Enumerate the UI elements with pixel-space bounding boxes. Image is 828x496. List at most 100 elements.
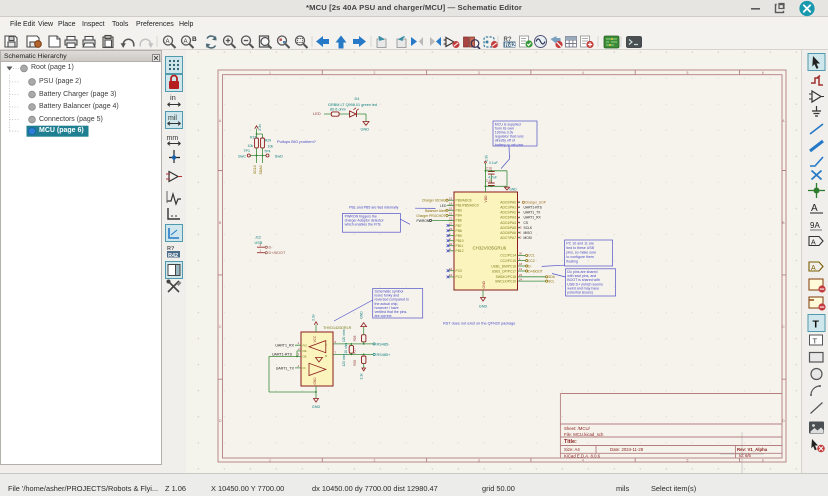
svg-text:11: 11 — [518, 230, 521, 234]
svg-text:B: B — [192, 36, 197, 43]
svg-text:Charger_UOP: Charger_UOP — [525, 201, 547, 205]
svg-text:VDD: VDD — [484, 195, 488, 203]
svg-text:CC1/PC14: CC1/PC14 — [500, 254, 516, 258]
svg-text:USB1_DP/PC17: USB1_DP/PC17 — [492, 269, 516, 273]
svg-text:4: 4 — [582, 459, 584, 463]
svg-text:GND: GND — [361, 128, 370, 132]
svg-text:120 ohm: 120 ohm — [342, 329, 346, 342]
svg-text:R28: R28 — [353, 360, 357, 366]
svg-text:Charger IOCHG: Charger IOCHG — [422, 199, 446, 203]
svg-text:23: 23 — [449, 227, 453, 231]
svg-text:10k: 10k — [268, 145, 274, 149]
svg-text:D+/BOOT: D+/BOOT — [528, 269, 543, 273]
svg-text:CC2/PC15: CC2/PC15 — [500, 259, 516, 263]
svg-text:D4: D4 — [355, 97, 360, 101]
svg-text:19: 19 — [519, 267, 523, 271]
svg-text:LED: LED — [313, 111, 321, 116]
svg-text:PB1/PB5/ADC9: PB1/PB5/ADC9 — [456, 204, 479, 208]
svg-text:PC3: PC3 — [456, 275, 463, 279]
svg-text:PB4: PB4 — [456, 214, 462, 218]
svg-text:to configure them: to configure them — [566, 255, 593, 259]
svg-text:3.3v: 3.3v — [485, 155, 489, 162]
svg-text:SwD: SwD — [275, 155, 283, 159]
svg-text:5: 5 — [686, 459, 688, 463]
svg-text:CS: CS — [524, 221, 529, 225]
svg-text:R42: R42 — [505, 43, 517, 49]
svg-text:PB3: PB3 — [456, 209, 462, 213]
svg-text:ADC0/PA0: ADC0/PA0 — [500, 201, 516, 205]
svg-text:R27: R27 — [353, 348, 357, 354]
svg-text:R42: R42 — [168, 253, 178, 259]
svg-text:PB7: PB7 — [456, 224, 462, 228]
svg-text:T: T — [813, 337, 818, 346]
svg-text:floating: floating — [566, 259, 577, 263]
svg-text:T: T — [813, 319, 820, 331]
svg-text:PB1 and PB5 are tied internall: PB1 and PB5 are tied internally — [349, 205, 399, 209]
svg-text:D+/BOOT: D+/BOOT — [269, 251, 286, 255]
svg-text:Date: 2024-11-28: Date: 2024-11-28 — [610, 447, 644, 452]
svg-text:10k: 10k — [248, 144, 254, 148]
svg-text:Rev: V1_Alpha: Rev: V1_Alpha — [737, 447, 768, 452]
svg-text:20: 20 — [519, 252, 523, 256]
svg-text:UART1-RTS: UART1-RTS — [524, 206, 543, 210]
svg-text:GND: GND — [313, 377, 317, 385]
svg-text:C16: C16 — [486, 166, 492, 170]
svg-text:3.3v: 3.3v — [258, 124, 262, 131]
svg-text:80.6 ohm: 80.6 ohm — [330, 107, 346, 111]
svg-text:A: A — [811, 203, 818, 214]
svg-text:13: 13 — [449, 196, 453, 200]
svg-text:LED: LED — [440, 204, 447, 208]
svg-text:2: 2 — [374, 459, 376, 463]
svg-text:UART1_TX: UART1_TX — [276, 367, 295, 371]
svg-text:Sheet: /MCU/: Sheet: /MCU/ — [564, 426, 591, 431]
svg-text:22: 22 — [449, 222, 453, 226]
svg-text:24: 24 — [519, 277, 523, 281]
svg-text:pins, so make sure: pins, so make sure — [566, 250, 596, 254]
svg-text:battery or usb pwr: battery or usb pwr — [495, 143, 524, 147]
svg-text:ADC7/PA7: ADC7/PA7 — [500, 236, 516, 240]
svg-text:R26: R26 — [353, 335, 357, 341]
svg-text:GND: GND — [359, 311, 363, 319]
svg-text:UART1_RX: UART1_RX — [275, 344, 294, 348]
svg-text:0.1uF: 0.1uF — [489, 161, 498, 165]
svg-text:6: 6 — [762, 459, 764, 463]
svg-text:Balancer Alert: Balancer Alert — [425, 209, 446, 213]
svg-text:ADC3/PA3: ADC3/PA3 — [500, 216, 516, 220]
svg-text:D-: D- — [528, 264, 531, 268]
svg-text:which enables the FITs: which enables the FITs — [345, 223, 381, 227]
svg-text:MOSI: MOSI — [524, 236, 533, 240]
svg-text:are correct: are correct — [375, 314, 392, 318]
svg-text:PB12: PB12 — [456, 249, 464, 253]
svg-text:J12: J12 — [255, 236, 261, 240]
svg-text:16: 16 — [449, 212, 453, 216]
svg-text:RO: RO — [303, 343, 308, 347]
svg-text:3: 3 — [478, 71, 480, 75]
svg-text:A: A — [325, 342, 327, 346]
svg-text:10: 10 — [518, 225, 522, 229]
svg-text:RE: RE — [303, 349, 307, 353]
svg-text:120 ohm: 120 ohm — [344, 342, 348, 355]
svg-text:9A: 9A — [810, 221, 820, 230]
svg-text:120 ohm: 120 ohm — [342, 354, 346, 367]
svg-text:USB1_DM/PC16: USB1_DM/PC16 — [491, 264, 516, 268]
svg-text:A: A — [811, 240, 816, 247]
svg-text:ADC1/PA1: ADC1/PA1 — [500, 206, 516, 210]
svg-text:3.3v: 3.3v — [359, 373, 363, 380]
svg-text:UART1_TX: UART1_TX — [524, 211, 542, 215]
svg-text:SWCLK/PC19: SWCLK/PC19 — [495, 279, 516, 283]
svg-text:PWRON: PWRON — [417, 219, 430, 223]
svg-text:GND: GND — [482, 281, 486, 289]
svg-text:SCL0: SCL0 — [253, 165, 257, 174]
svg-text:A: A — [184, 39, 188, 45]
svg-text:DE: DE — [303, 355, 307, 359]
svg-text:1: 1 — [269, 459, 271, 463]
svg-text:15: 15 — [449, 207, 453, 211]
svg-text:Pullups BIG problem?: Pullups BIG problem? — [277, 139, 317, 144]
svg-text:PB6: PB6 — [456, 219, 462, 223]
svg-text:12: 12 — [518, 236, 522, 240]
svg-text:Id: 6/6: Id: 6/6 — [739, 453, 752, 458]
svg-text:ADC5/PA5: ADC5/PA5 — [500, 226, 516, 230]
svg-text:RS485-: RS485- — [377, 342, 391, 346]
svg-text:GND: GND — [312, 405, 321, 409]
svg-text:File: MCU.kicad_sch: File: MCU.kicad_sch — [564, 432, 604, 437]
